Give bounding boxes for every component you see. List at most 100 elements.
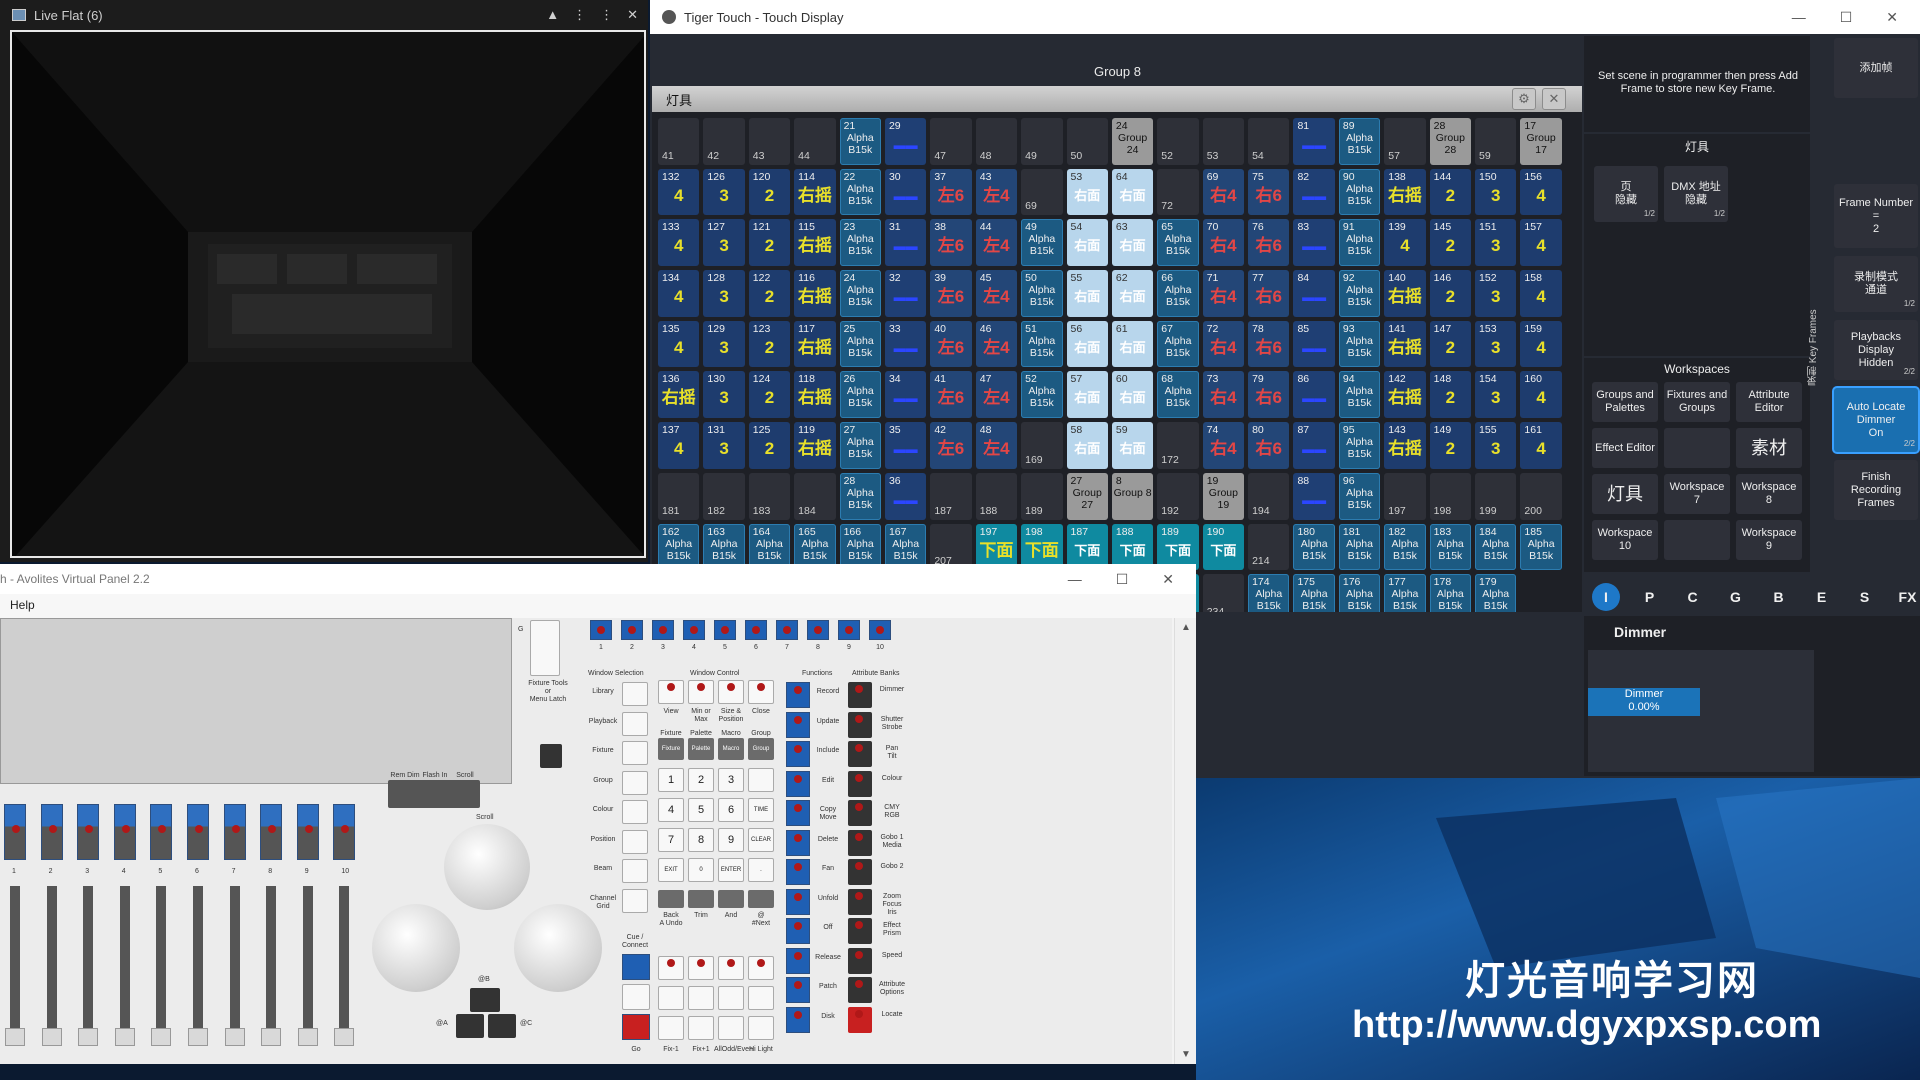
- ws-key[interactable]: [622, 770, 648, 795]
- numpad-key[interactable]: CLEAR: [748, 828, 774, 852]
- attribute-button[interactable]: [848, 977, 872, 1003]
- numpad-key[interactable]: 2: [688, 768, 714, 792]
- fixture-cell[interactable]: 72: [1157, 168, 1199, 216]
- fixture-cell[interactable]: 48: [975, 118, 1018, 165]
- live-viewport[interactable]: [10, 30, 646, 558]
- fixture-cell[interactable]: 43: [748, 118, 791, 165]
- fixture-cell[interactable]: 79 右6: [1248, 371, 1290, 419]
- ws-key[interactable]: [622, 829, 648, 854]
- fixture-cell[interactable]: 139 4: [1384, 219, 1426, 267]
- fixture-cell[interactable]: 161 4: [1520, 422, 1562, 469]
- fixture-cell[interactable]: 131 3: [703, 422, 745, 469]
- fixture-cell[interactable]: 93 Alpha B15k: [1338, 320, 1381, 368]
- fixture-cell[interactable]: 120 2: [748, 168, 791, 216]
- fader-button[interactable]: [150, 804, 173, 860]
- numpad-key[interactable]: 1: [658, 768, 684, 792]
- fixture-cell[interactable]: 76 右6: [1248, 219, 1290, 267]
- attribute-button[interactable]: [848, 947, 872, 974]
- fixture-cell[interactable]: 92 Alpha B15k: [1338, 270, 1381, 317]
- fixture-cell[interactable]: 49: [1021, 118, 1063, 165]
- fixture-cell[interactable]: 190 下面: [1202, 523, 1245, 571]
- fader-cap[interactable]: [188, 1028, 208, 1046]
- numpad-key[interactable]: ENTER: [718, 858, 744, 882]
- bottom-key[interactable]: [688, 986, 714, 1010]
- wheel-key[interactable]: [456, 1014, 484, 1038]
- function-button[interactable]: [786, 682, 810, 708]
- numpad-key[interactable]: [748, 768, 774, 792]
- attribute-button[interactable]: [848, 1006, 872, 1033]
- numpad-key[interactable]: 7: [658, 828, 684, 852]
- fixture-cell[interactable]: 142 右摇: [1384, 371, 1426, 419]
- fixture-cell[interactable]: 115 右摇: [794, 219, 836, 267]
- fixture-cell[interactable]: 27 Group 27: [1066, 472, 1108, 520]
- fader-button[interactable]: [77, 804, 100, 860]
- playbacks-display-button[interactable]: Playbacks Display Hidden 2/2: [1834, 320, 1918, 380]
- numpad-key[interactable]: 9: [718, 828, 744, 852]
- stop-button[interactable]: [622, 984, 650, 1010]
- ws-key[interactable]: [622, 711, 648, 736]
- function-button[interactable]: [786, 770, 810, 797]
- fixture-cell[interactable]: 94 Alpha B15k: [1338, 371, 1381, 419]
- function-button[interactable]: [786, 741, 810, 767]
- fixture-cell[interactable]: 118 右摇: [794, 371, 836, 419]
- fixture-cell[interactable]: 137 4: [658, 422, 700, 469]
- numpad-key[interactable]: 4: [658, 798, 684, 822]
- add-frame-button[interactable]: 添加帧: [1834, 38, 1918, 98]
- fixture-cell[interactable]: 157 4: [1520, 219, 1562, 267]
- fixture-cell[interactable]: 75 右6: [1248, 168, 1290, 216]
- fader-cap[interactable]: [5, 1028, 25, 1046]
- fixture-cell[interactable]: 21 Alpha B15k: [839, 118, 881, 165]
- dmx-hide-button[interactable]: DMX 地址 隐藏 1/2: [1664, 166, 1728, 222]
- fixture-cell[interactable]: 59: [1475, 118, 1517, 165]
- menu-help[interactable]: Help: [10, 598, 35, 612]
- fader-cap[interactable]: [334, 1028, 355, 1046]
- fixture-cell[interactable]: 53: [1202, 118, 1245, 165]
- fixture-cell[interactable]: 72 右4: [1202, 320, 1245, 368]
- fixture-cell[interactable]: 64 右面: [1111, 168, 1154, 216]
- more-icon[interactable]: ⋮: [573, 7, 586, 23]
- fixture-cell[interactable]: 126 3: [703, 168, 745, 216]
- fixture-cell[interactable]: 169: [1021, 422, 1063, 469]
- fixture-cell[interactable]: 77 右6: [1248, 270, 1290, 317]
- fixture-cell[interactable]: 159 4: [1520, 320, 1562, 368]
- fixture-cell[interactable]: 63 右面: [1111, 219, 1154, 267]
- fixture-cell[interactable]: 197: [1384, 472, 1426, 520]
- fixture-cell[interactable]: 134 4: [658, 270, 700, 317]
- fixture-cell[interactable]: 47 左4: [975, 371, 1018, 419]
- ws-key[interactable]: [622, 741, 648, 765]
- fixture-cell[interactable]: 89 Alpha B15k: [1338, 118, 1381, 165]
- numpad-key[interactable]: 0: [688, 858, 714, 882]
- fixture-cell[interactable]: 50 Alpha B15k: [1021, 270, 1063, 317]
- wheel-key[interactable]: [488, 1014, 516, 1038]
- workspace-button[interactable]: Workspace 8: [1736, 474, 1802, 514]
- close-icon[interactable]: ✕: [1886, 9, 1898, 26]
- fixture-cell[interactable]: 149 2: [1429, 422, 1472, 469]
- fixture-cell[interactable]: 69 右4: [1202, 168, 1245, 216]
- function-button[interactable]: [786, 947, 810, 974]
- close-icon[interactable]: ✕: [1542, 88, 1566, 110]
- fixture-cell[interactable]: 34 ▬▬: [884, 371, 927, 419]
- playback-select-button[interactable]: [869, 620, 891, 640]
- fixture-cell[interactable]: 136 右摇: [658, 371, 700, 419]
- fixture-cell[interactable]: 44: [794, 118, 836, 165]
- fixture-cell[interactable]: 61 右面: [1111, 320, 1154, 368]
- ws-key[interactable]: [622, 859, 648, 883]
- wc-key[interactable]: [748, 680, 774, 704]
- wheel-c[interactable]: [514, 904, 602, 992]
- bottom-key[interactable]: [688, 956, 714, 980]
- wc-key[interactable]: [658, 680, 684, 704]
- numpad-key[interactable]: EXIT: [658, 858, 684, 882]
- attribute-button[interactable]: [848, 741, 872, 767]
- bottom-key[interactable]: [718, 956, 744, 980]
- attribute-button[interactable]: [848, 829, 872, 856]
- fixture-cell[interactable]: 24 Alpha B15k: [839, 270, 881, 317]
- tab-p[interactable]: P: [1628, 580, 1671, 614]
- fader-track[interactable]: [119, 886, 130, 1046]
- fixture-cell[interactable]: 51 Alpha B15k: [1021, 320, 1063, 368]
- playback-select-button[interactable]: [652, 620, 674, 640]
- fixture-cell[interactable]: 156 4: [1520, 168, 1562, 216]
- wc-row2-key[interactable]: Palette: [688, 738, 714, 760]
- fixture-cell[interactable]: 66 Alpha B15k: [1157, 270, 1199, 317]
- bottom-key[interactable]: [748, 986, 774, 1010]
- playback-select-button[interactable]: [807, 620, 829, 640]
